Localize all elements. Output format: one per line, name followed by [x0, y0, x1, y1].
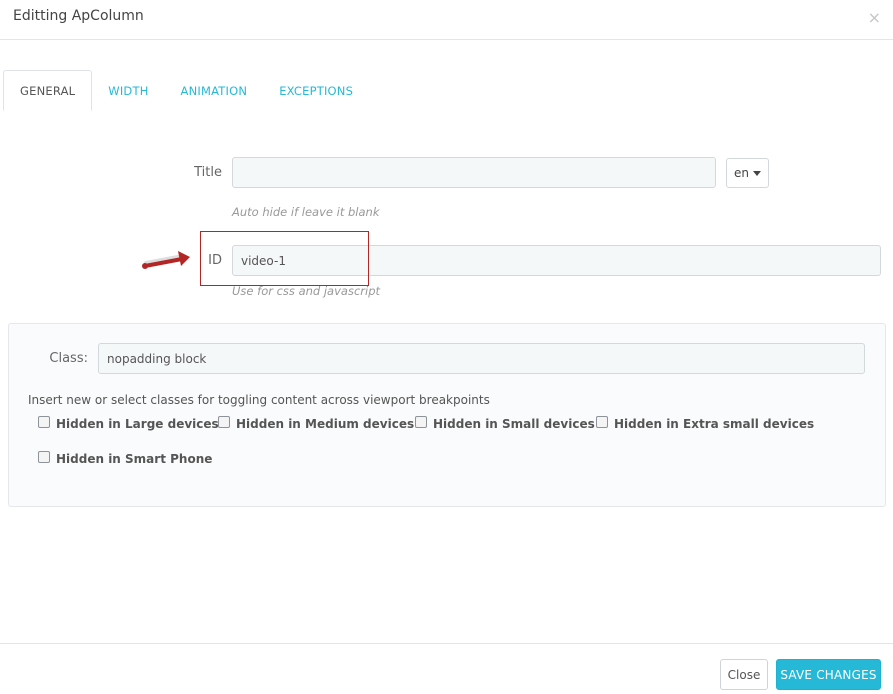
checkbox-box[interactable]: [218, 416, 230, 428]
checkbox-hidden-medium[interactable]: Hidden in Medium devices: [218, 416, 415, 431]
class-label: Class:: [49, 351, 88, 366]
checkbox-hidden-small[interactable]: Hidden in Small devices: [415, 416, 595, 431]
language-dropdown[interactable]: en: [726, 158, 769, 188]
checkbox-label: Hidden in Small devices: [433, 417, 595, 431]
tab-exceptions[interactable]: EXCEPTIONS: [263, 70, 369, 111]
checkbox-hidden-extra-small[interactable]: Hidden in Extra small devices: [596, 416, 815, 431]
checkbox-label: Hidden in Smart Phone: [56, 452, 213, 466]
close-icon[interactable]: ×: [868, 8, 881, 27]
checkbox-box[interactable]: [38, 416, 50, 428]
tab-animation[interactable]: ANIMATION: [165, 70, 264, 111]
language-value: en: [734, 166, 749, 180]
close-button[interactable]: Close: [720, 659, 768, 690]
title-input[interactable]: [232, 157, 716, 188]
modal-title: Editting ApColumn: [13, 8, 144, 24]
checkbox-box[interactable]: [596, 416, 608, 428]
tab-bar: GENERAL WIDTH ANIMATION EXCEPTIONS: [3, 70, 369, 111]
save-changes-button[interactable]: SAVE CHANGES: [776, 659, 881, 690]
id-help-text: Use for css and javascript: [232, 284, 381, 298]
checkbox-label: Hidden in Extra small devices: [614, 417, 815, 431]
tab-width[interactable]: WIDTH: [92, 70, 164, 111]
modal-header: Editting ApColumn ×: [0, 0, 893, 40]
class-help-text: Insert new or select classes for togglin…: [28, 393, 490, 407]
checkbox-box[interactable]: [415, 416, 427, 428]
id-input[interactable]: [232, 245, 881, 276]
title-label: Title: [194, 165, 222, 180]
checkbox-label: Hidden in Large devices: [56, 417, 219, 431]
checkbox-label: Hidden in Medium devices: [236, 417, 415, 431]
id-label: ID: [208, 253, 222, 268]
checkbox-hidden-large[interactable]: Hidden in Large devices: [38, 416, 219, 431]
tab-general[interactable]: GENERAL: [3, 70, 93, 111]
class-input[interactable]: [98, 343, 865, 374]
checkbox-box[interactable]: [38, 451, 50, 463]
caret-down-icon: [753, 170, 761, 176]
title-help-text: Auto hide if leave it blank: [232, 205, 380, 219]
checkbox-hidden-smart-phone[interactable]: Hidden in Smart Phone: [38, 451, 213, 466]
